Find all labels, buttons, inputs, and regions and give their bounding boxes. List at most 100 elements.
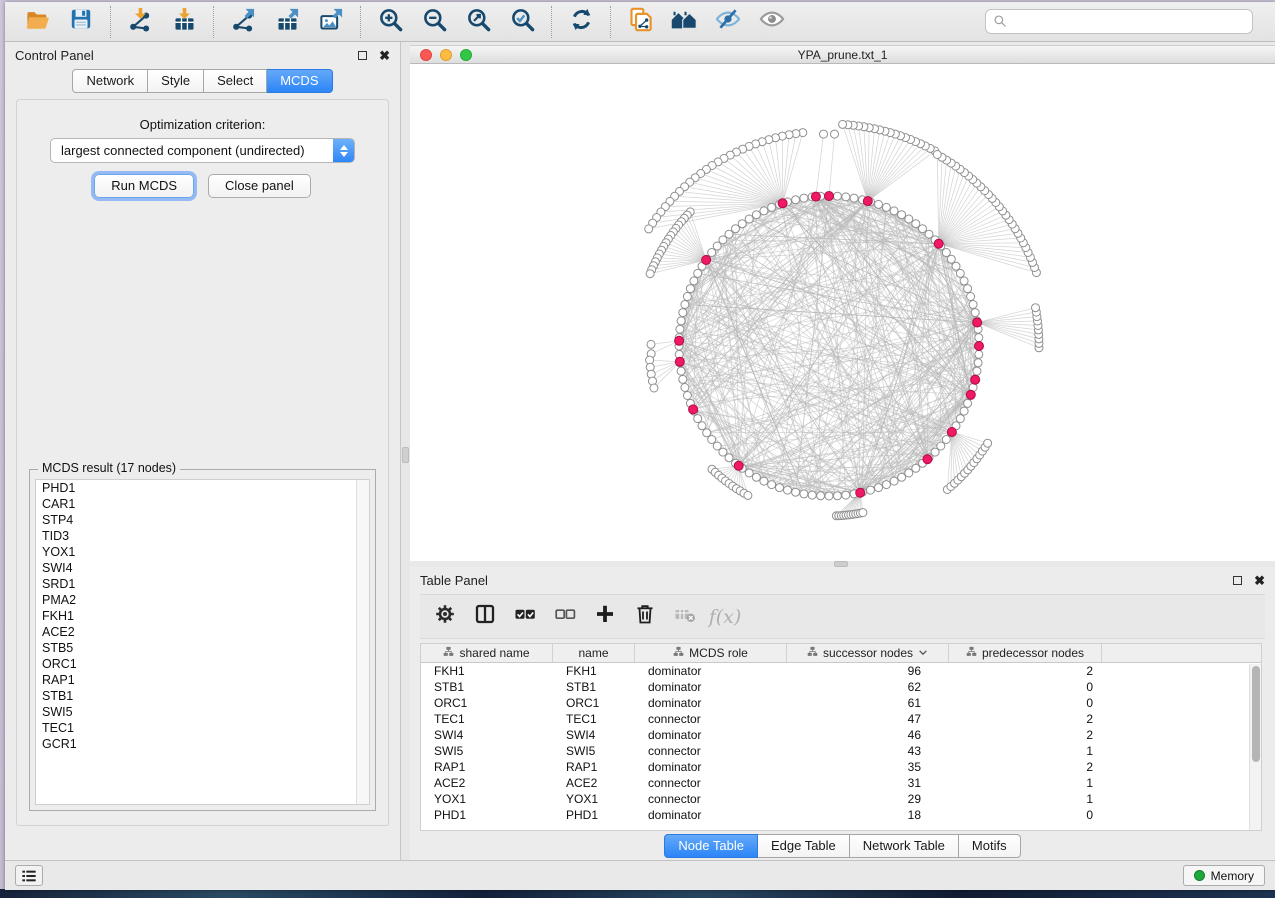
table-row[interactable]: SWI4SWI4dominator462: [421, 727, 1261, 743]
mcds-node[interactable]: [734, 461, 743, 470]
table-row[interactable]: STB1STB1dominator620: [421, 679, 1261, 695]
zoom-selected-button[interactable]: [500, 5, 544, 39]
result-node-item[interactable]: GCR1: [36, 736, 369, 752]
network-node[interactable]: [912, 464, 920, 472]
network-window-titlebar[interactable]: YPA_prune.txt_1: [410, 45, 1275, 64]
run-mcds-button[interactable]: Run MCDS: [94, 174, 194, 198]
table-panel-splitter[interactable]: [410, 561, 1275, 567]
column-header-shared-name[interactable]: shared name: [421, 644, 553, 662]
result-node-item[interactable]: TID3: [36, 528, 369, 544]
network-node[interactable]: [760, 477, 768, 485]
table-row[interactable]: TEC1TEC1connector472: [421, 711, 1261, 727]
select-all-rows-button[interactable]: [508, 600, 542, 634]
network-node[interactable]: [679, 375, 687, 383]
result-node-item[interactable]: ORC1: [36, 656, 369, 672]
splitter-grip[interactable]: [402, 447, 409, 463]
network-node[interactable]: [898, 211, 906, 219]
network-node[interactable]: [890, 207, 898, 215]
zoom-fit-content-button[interactable]: [456, 5, 500, 39]
close-table-panel-icon[interactable]: ✖: [1254, 574, 1265, 587]
table-row[interactable]: ACE2ACE2connector311: [421, 775, 1261, 791]
table-scrollbar[interactable]: [1249, 664, 1261, 830]
column-header-MCDS-role[interactable]: MCDS role: [635, 644, 787, 662]
leaf-node[interactable]: [646, 270, 654, 278]
table-splitter-grip[interactable]: [834, 561, 848, 567]
network-node[interactable]: [967, 293, 975, 301]
leaf-node[interactable]: [820, 130, 828, 138]
tab-motifs[interactable]: Motifs: [959, 834, 1021, 858]
delete-columns-button[interactable]: [628, 600, 662, 634]
result-list-scrollbar[interactable]: [356, 480, 369, 804]
network-node[interactable]: [960, 277, 968, 285]
table-row[interactable]: FKH1FKH1dominator962: [421, 663, 1261, 679]
leaf-node[interactable]: [831, 130, 839, 138]
network-node[interactable]: [683, 392, 691, 400]
network-node[interactable]: [745, 469, 753, 477]
network-node[interactable]: [676, 325, 684, 333]
network-node[interactable]: [882, 481, 890, 489]
table-row[interactable]: RAP1RAP1dominator352: [421, 759, 1261, 775]
network-node[interactable]: [956, 415, 964, 423]
open-session-button[interactable]: [15, 5, 59, 39]
network-node[interactable]: [738, 220, 746, 228]
tab-network[interactable]: Network: [72, 69, 148, 93]
network-node[interactable]: [956, 269, 964, 277]
leaf-node[interactable]: [839, 120, 847, 128]
memory-button[interactable]: Memory: [1183, 865, 1265, 886]
network-node[interactable]: [800, 490, 808, 498]
network-node[interactable]: [690, 277, 698, 285]
hide-selected-button[interactable]: [706, 5, 750, 39]
result-node-item[interactable]: PMA2: [36, 592, 369, 608]
result-node-item[interactable]: ACE2: [36, 624, 369, 640]
network-node[interactable]: [875, 200, 883, 208]
tab-style[interactable]: Style: [148, 69, 204, 93]
network-node[interactable]: [681, 384, 689, 392]
leaf-node[interactable]: [933, 151, 941, 159]
network-node[interactable]: [960, 407, 968, 415]
network-node[interactable]: [973, 367, 981, 375]
mcds-node[interactable]: [778, 199, 787, 208]
result-node-item[interactable]: STB5: [36, 640, 369, 656]
mcds-node[interactable]: [675, 357, 684, 366]
mcds-node[interactable]: [971, 375, 980, 384]
leaf-node[interactable]: [645, 225, 653, 233]
network-node[interactable]: [875, 484, 883, 492]
panel-splitter[interactable]: [401, 42, 410, 860]
network-node[interactable]: [890, 477, 898, 485]
network-node[interactable]: [703, 429, 711, 437]
network-node[interactable]: [975, 334, 983, 342]
result-node-item[interactable]: STB1: [36, 688, 369, 704]
tab-select[interactable]: Select: [204, 69, 267, 93]
leaf-node[interactable]: [1032, 304, 1040, 312]
leaf-node[interactable]: [984, 439, 992, 447]
network-node[interactable]: [686, 285, 694, 293]
import-table-from-file-button[interactable]: [162, 5, 206, 39]
table-options-button[interactable]: [428, 600, 462, 634]
show-all-button[interactable]: [750, 5, 794, 39]
table-scrollbar-thumb[interactable]: [1252, 666, 1260, 762]
network-node[interactable]: [808, 491, 816, 499]
network-node[interactable]: [975, 350, 983, 358]
task-history-button[interactable]: [15, 865, 43, 886]
create-column-button[interactable]: [588, 600, 622, 634]
network-node[interactable]: [833, 192, 841, 200]
network-node[interactable]: [952, 262, 960, 270]
tab-edge-table[interactable]: Edge Table: [758, 834, 850, 858]
network-node[interactable]: [677, 317, 685, 325]
mcds-node[interactable]: [966, 390, 975, 399]
network-node[interactable]: [850, 194, 858, 202]
column-header-predecessor-nodes[interactable]: predecessor nodes: [949, 644, 1102, 662]
deselect-all-rows-button[interactable]: [548, 600, 582, 634]
result-node-item[interactable]: STP4: [36, 512, 369, 528]
network-node[interactable]: [817, 492, 825, 500]
export-image-button[interactable]: [309, 5, 353, 39]
table-row[interactable]: YOX1YOX1connector291: [421, 791, 1261, 807]
network-node[interactable]: [964, 285, 972, 293]
network-node[interactable]: [971, 309, 979, 317]
zoom-out-button[interactable]: [412, 5, 456, 39]
network-node[interactable]: [882, 203, 890, 211]
result-node-item[interactable]: CAR1: [36, 496, 369, 512]
export-table-button[interactable]: [265, 5, 309, 39]
column-header-name[interactable]: name: [553, 644, 635, 662]
mcds-node[interactable]: [975, 342, 984, 351]
